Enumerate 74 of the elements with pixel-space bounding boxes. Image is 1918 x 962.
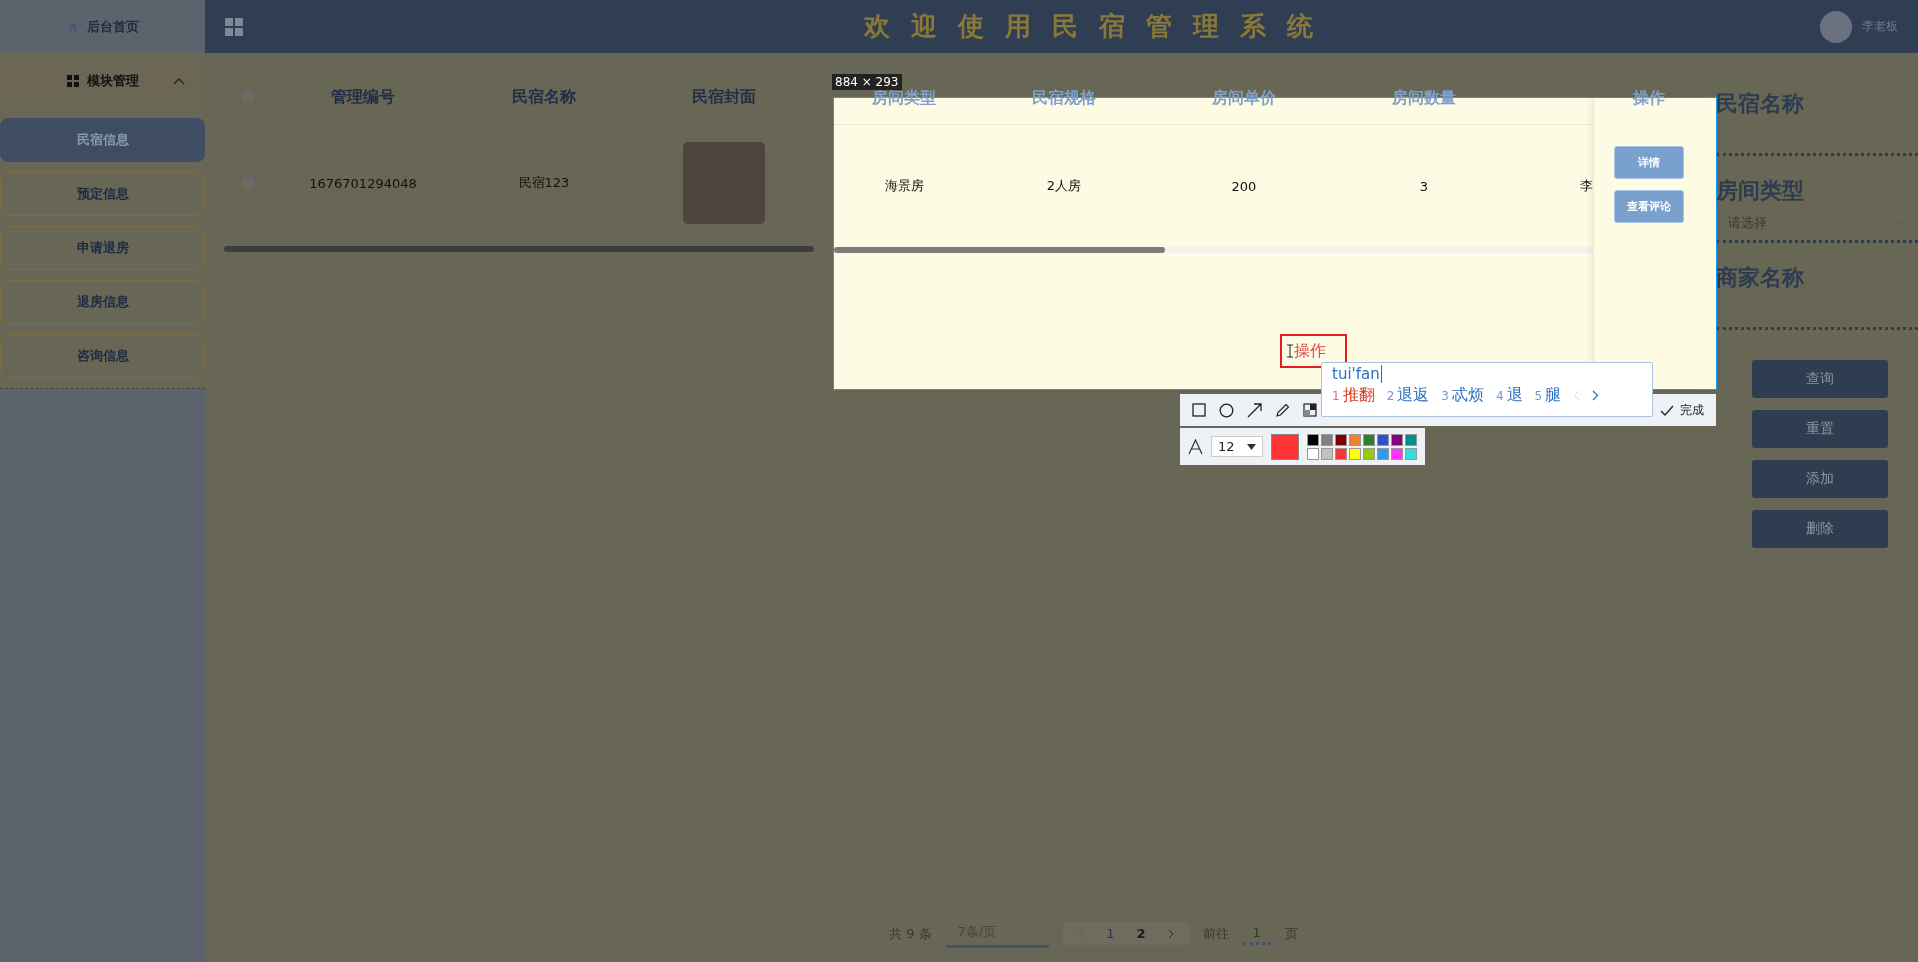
circle-icon[interactable] (1219, 402, 1234, 418)
table-cell: 海景房 (884, 177, 924, 195)
table-cell: 3 (1419, 178, 1429, 194)
action-button[interactable]: 删除 (1752, 510, 1888, 548)
color-swatch[interactable] (1306, 447, 1319, 460)
color-swatch[interactable] (1348, 447, 1361, 460)
color-swatch[interactable] (1334, 433, 1347, 446)
rectangle-icon[interactable] (1192, 403, 1206, 417)
ime-candidate[interactable]: 3 忒烦 (1441, 385, 1484, 406)
font-icon[interactable] (1188, 438, 1203, 455)
column-header: 房间数量 (1392, 90, 1456, 106)
ime-candidate[interactable]: 2 退返 (1386, 385, 1430, 406)
color-swatch[interactable] (1404, 433, 1417, 446)
table-cell: 李 (1580, 177, 1593, 195)
column-header: 房间单价 (1212, 90, 1276, 106)
done-button[interactable]: 完成 (1660, 401, 1704, 419)
table-cell: 民宿123 (518, 174, 570, 192)
column-header: 民宿规格 (1032, 90, 1096, 106)
table-cell: 1676701294048 (309, 175, 417, 191)
action-button[interactable]: 添加 (1752, 460, 1888, 498)
color-swatch[interactable] (1320, 447, 1333, 460)
current-color-swatch[interactable] (1270, 433, 1299, 460)
arrow-icon[interactable] (1247, 402, 1262, 418)
row-action-button[interactable]: 查看评论 (1614, 190, 1684, 223)
action-button[interactable]: 查询 (1752, 360, 1888, 398)
column-header: 民宿封面 (692, 86, 756, 108)
color-swatch[interactable] (1404, 447, 1417, 460)
grid-icon[interactable] (225, 17, 243, 36)
page-title: 欢 迎 使 用 民 宿 管 理 系 统 (862, 10, 1321, 43)
scrollbar-thumb[interactable] (834, 247, 1165, 253)
color-swatch[interactable] (1390, 433, 1403, 446)
mosaic-icon[interactable] (1303, 403, 1317, 417)
ime-candidate[interactable]: 4 退 (1495, 385, 1523, 406)
size-label: 884 × 293 (832, 74, 902, 90)
color-swatch[interactable] (1334, 447, 1347, 460)
check-icon (1660, 404, 1674, 416)
color-swatch[interactable] (1362, 447, 1375, 460)
user-name: 李老板 (1862, 18, 1898, 35)
next-icon[interactable] (1167, 928, 1175, 939)
action-button[interactable]: 重置 (1752, 410, 1888, 448)
color-swatch[interactable] (1376, 447, 1389, 460)
column-header: 操作 (1633, 90, 1665, 106)
color-swatch[interactable] (1320, 433, 1333, 446)
sidebar-item[interactable]: 退房信息 (0, 280, 205, 324)
sidebar-item[interactable]: 咨询信息 (0, 334, 205, 378)
color-swatch[interactable] (1348, 433, 1361, 446)
caret-icon (1246, 443, 1256, 450)
color-swatch[interactable] (1306, 433, 1319, 446)
page-number[interactable]: 1 (1106, 926, 1115, 941)
color-swatch[interactable] (1376, 433, 1389, 446)
next-icon[interactable] (1592, 390, 1600, 401)
ime-candidate[interactable]: 5 腿 (1534, 385, 1562, 406)
sidebar-item[interactable]: 后台首页 (0, 0, 205, 53)
sidebar-item[interactable]: 预定信息 (0, 172, 205, 216)
row-action-button[interactable]: 详情 (1614, 146, 1684, 179)
column-header: 房间类型 (872, 90, 936, 106)
table-cell: 2人房 (1046, 177, 1082, 195)
table-cell: 200 (1231, 178, 1257, 194)
menu-group[interactable]: 模块管理 (0, 53, 205, 110)
text-cursor-icon (1287, 344, 1293, 358)
font-size-select[interactable]: 12 (1211, 436, 1263, 457)
annotation-text: 操作 (1294, 340, 1326, 362)
grid-icon (66, 75, 79, 87)
page-number[interactable]: 2 (1136, 926, 1146, 941)
sidebar-item[interactable]: 申请退房 (0, 226, 205, 270)
column-header: 管理编号 (331, 86, 395, 108)
color-swatch[interactable] (1390, 447, 1403, 460)
sidebar-item[interactable]: 民宿信息 (0, 118, 205, 162)
column-header: 民宿名称 (512, 86, 576, 108)
avatar-icon[interactable] (1820, 10, 1852, 43)
pencil-icon[interactable] (1275, 402, 1290, 418)
ime-candidate[interactable]: 1 推翻 (1332, 385, 1375, 406)
color-swatch[interactable] (1362, 433, 1375, 446)
scrollbar-thumb[interactable] (224, 246, 814, 252)
